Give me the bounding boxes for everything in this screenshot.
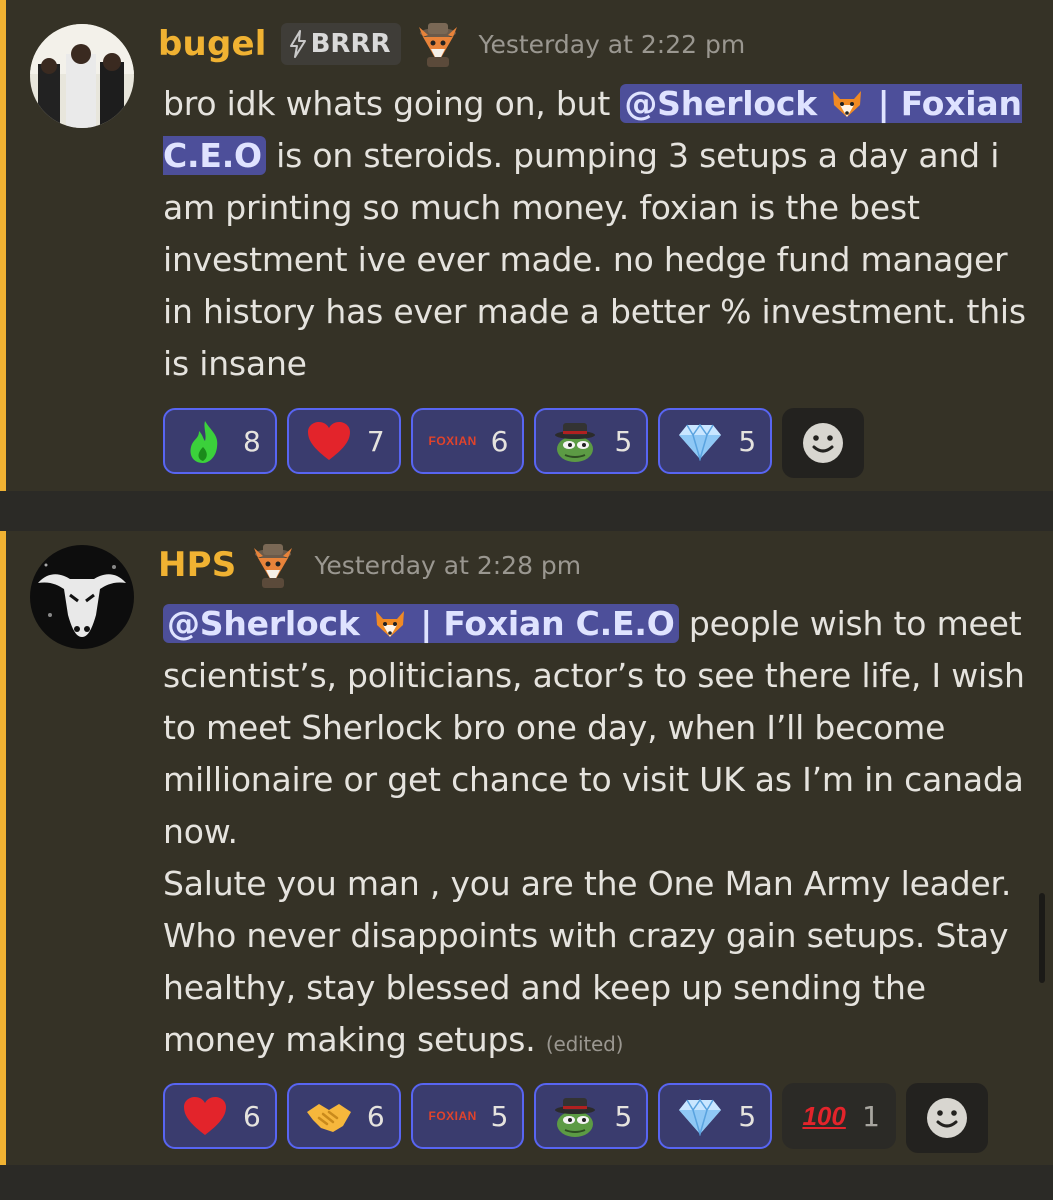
reaction-green-fire[interactable]: 8 [163,408,277,474]
red-heart-icon [181,1092,229,1140]
fox-icon [375,611,404,637]
reaction-foxian[interactable]: FOXIAN 5 [410,1083,525,1149]
fox-detective-icon [254,544,293,588]
reaction-count: 5 [614,1099,633,1133]
server-tag-label: BRRR [310,29,391,59]
avatar[interactable] [30,24,134,128]
handshake-icon [305,1092,353,1140]
message-content: bro idk whats going on, but @Sherlock | … [163,78,1038,390]
reaction-bar: 6 6 FOXIAN 5 5 5 100 1 [163,1083,988,1153]
reaction-red-heart[interactable]: 6 [163,1083,277,1149]
smiley-icon [926,1098,967,1138]
foxian-logo-icon: FOXIAN [428,434,477,448]
hundred-points-icon: 100 [802,1100,846,1131]
user-mention[interactable]: @Sherlock | Foxian C.E.O [163,604,679,643]
reaction-count: 1 [862,1099,880,1133]
message-content: @Sherlock | Foxian C.E.O people wish to … [163,598,1038,1070]
diamond-icon [676,417,724,465]
message-divider [0,491,1053,531]
reaction-count: 6 [366,1099,385,1133]
username[interactable]: bugel [158,24,267,64]
reaction-count: 5 [738,424,757,458]
fox-icon [833,91,862,117]
timestamp: Yesterday at 2:28 pm [314,550,582,580]
edited-label: (edited) [545,1032,624,1056]
reaction-count: 5 [490,1099,509,1133]
reaction-count: 5 [614,424,633,458]
reaction-foxian[interactable]: FOXIAN 6 [410,408,525,474]
reaction-count: 8 [243,424,261,458]
timestamp: Yesterday at 2:22 pm [478,29,746,59]
foxian-logo-icon: FOXIAN [428,1109,477,1123]
message-bugel: bugel BRRR Yesterday at 2:22 pm bro idk … [0,0,1053,491]
message-hps: HPS Yesterday at 2:28 pm @Sherlock | Fox… [0,531,1053,1165]
message-header: bugel BRRR Yesterday at 2:22 pm [158,19,745,69]
message-text: bro idk whats going on, but [163,84,621,123]
diamond-icon [676,1092,724,1140]
username[interactable]: HPS [158,545,236,585]
add-reaction-button[interactable] [782,408,865,478]
smiley-icon [803,423,844,463]
message-text: Salute you man , you are the One Man Arm… [163,864,1012,1059]
green-fire-icon [181,417,229,465]
add-reaction-button[interactable] [905,1083,988,1153]
reaction-count: 6 [243,1099,261,1133]
reaction-diamond[interactable]: 5 [658,1083,773,1149]
reaction-handshake[interactable]: 6 [286,1083,401,1149]
scrollbar-thumb[interactable] [1039,893,1045,983]
pepe-hat-icon [552,417,600,465]
message-text: is on steroids. pumping 3 setups a day a… [163,136,1026,383]
avatar[interactable] [30,545,134,649]
reaction-count: 7 [366,424,385,458]
lightning-icon [289,30,306,58]
reaction-pepe-hat[interactable]: 5 [534,1083,649,1149]
reaction-pepe-hat[interactable]: 5 [534,408,649,474]
reaction-diamond[interactable]: 5 [658,408,773,474]
server-tag[interactable]: BRRR [280,23,401,65]
reaction-bar: 8 7 FOXIAN 6 5 5 [163,408,865,478]
reaction-red-heart[interactable]: 7 [286,408,401,474]
reaction-count: 5 [738,1099,757,1133]
fox-detective-icon [418,23,457,67]
reaction-count: 6 [490,424,509,458]
bottom-spacer [0,1165,1053,1200]
reaction-hundred-points[interactable]: 100 1 [782,1083,896,1149]
message-header: HPS Yesterday at 2:28 pm [158,540,581,590]
pepe-hat-icon [552,1092,600,1140]
red-heart-icon [305,417,353,465]
